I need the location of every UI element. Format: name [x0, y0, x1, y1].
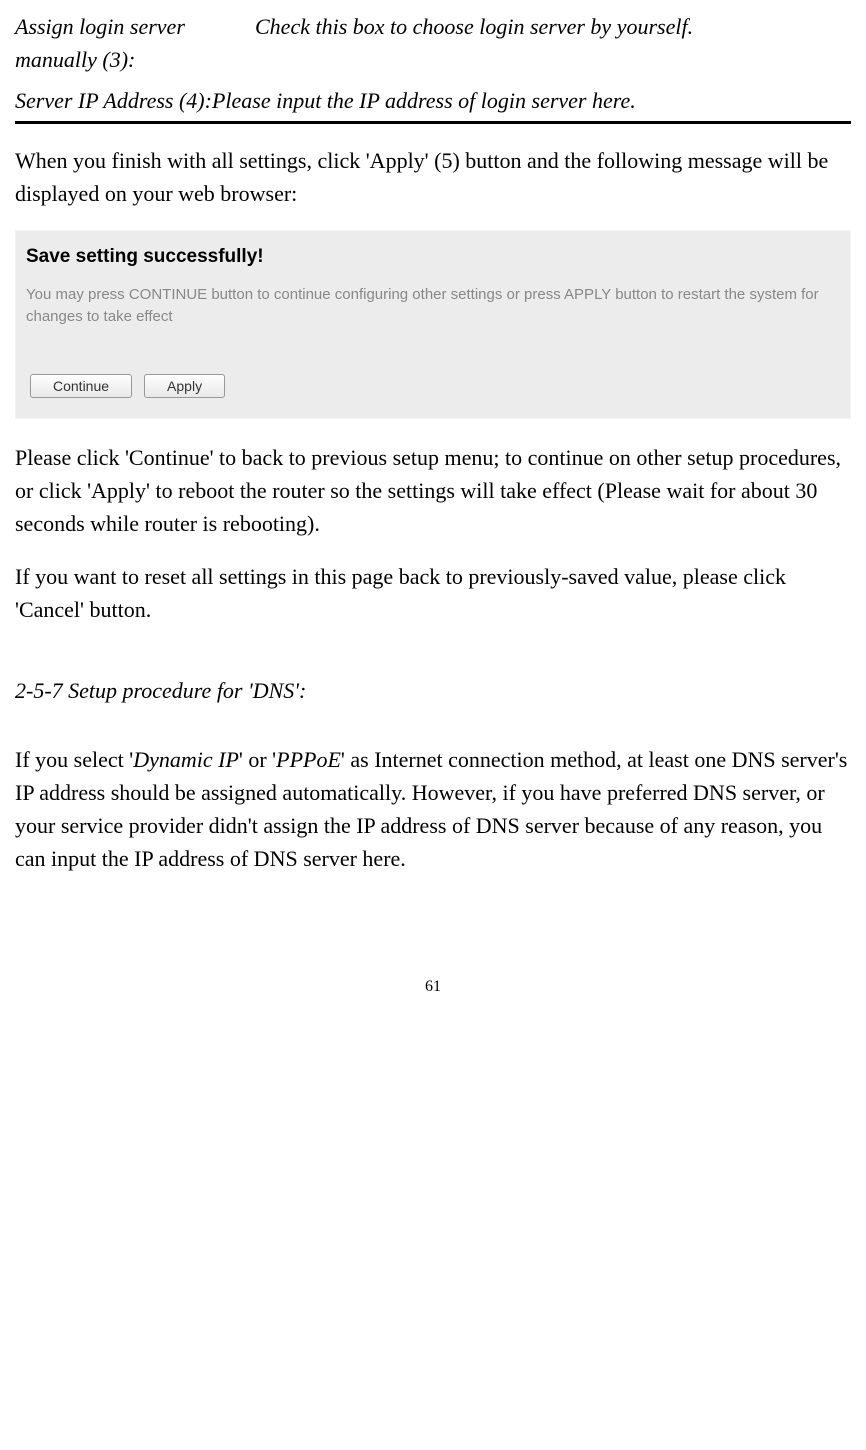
setting-label-3: Assign login server manually (3): [15, 10, 255, 76]
setting-row-4: Server IP Address (4):Please input the I… [15, 84, 851, 124]
dns-text-prefix: If you select ' [15, 747, 133, 772]
apply-button[interactable]: Apply [144, 374, 225, 398]
setting-row-3: Assign login server manually (3): Check … [15, 10, 851, 76]
dialog-title: Save setting successfully! [26, 243, 840, 272]
dialog-subtext: You may press CONTINUE button to continu… [26, 284, 840, 329]
save-success-dialog: Save setting successfully! You may press… [15, 230, 851, 419]
paragraph-apply-instruction: When you finish with all settings, click… [15, 144, 851, 210]
setting-desc-3: Check this box to choose login server by… [255, 10, 693, 76]
paragraph-cancel: If you want to reset all settings in thi… [15, 560, 851, 626]
dns-em-dynamic-ip: Dynamic IP [133, 747, 239, 772]
continue-button[interactable]: Continue [30, 374, 132, 398]
setting-label-4: Server IP Address (4): [15, 88, 212, 113]
dns-text-mid1: ' or ' [239, 747, 276, 772]
page-number: 61 [15, 975, 851, 999]
dialog-button-row: Continue Apply [30, 374, 840, 398]
dns-em-pppoe: PPPoE [276, 747, 341, 772]
paragraph-continue-apply: Please click 'Continue' to back to previ… [15, 441, 851, 540]
section-heading-dns: 2-5-7 Setup procedure for 'DNS': [15, 674, 851, 707]
setting-desc-4: Please input the IP address of login ser… [212, 88, 636, 113]
paragraph-dns-intro: If you select 'Dynamic IP' or 'PPPoE' as… [15, 743, 851, 875]
